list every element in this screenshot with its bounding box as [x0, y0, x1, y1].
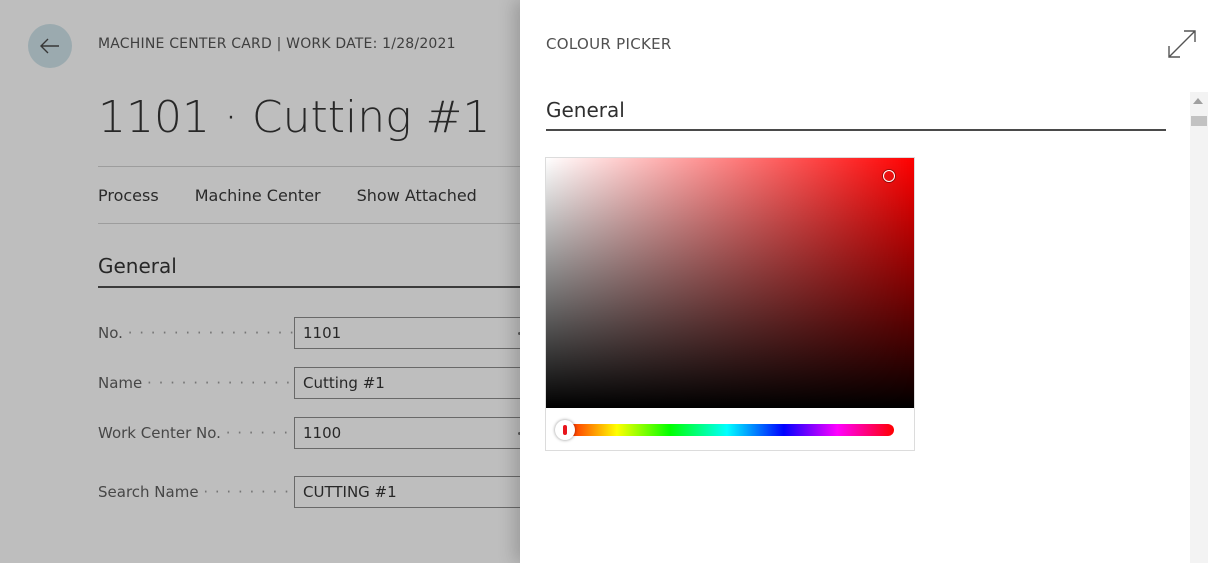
expand-icon [1168, 30, 1196, 58]
expand-button[interactable] [1166, 28, 1198, 60]
saturation-value-handle[interactable] [883, 170, 895, 182]
hue-slider[interactable] [560, 424, 894, 436]
scroll-up-arrow-icon[interactable] [1193, 98, 1203, 104]
panel-title: COLOUR PICKER [546, 35, 672, 53]
saturation-value-area[interactable] [546, 158, 914, 408]
vertical-scrollbar[interactable] [1190, 92, 1208, 563]
section-underline [546, 129, 1166, 131]
colour-picker-panel: COLOUR PICKER General [520, 0, 1222, 563]
hue-slider-handle[interactable] [555, 420, 575, 440]
scroll-thumb[interactable] [1191, 116, 1207, 126]
color-picker [545, 157, 915, 451]
section-title: General [546, 98, 625, 122]
